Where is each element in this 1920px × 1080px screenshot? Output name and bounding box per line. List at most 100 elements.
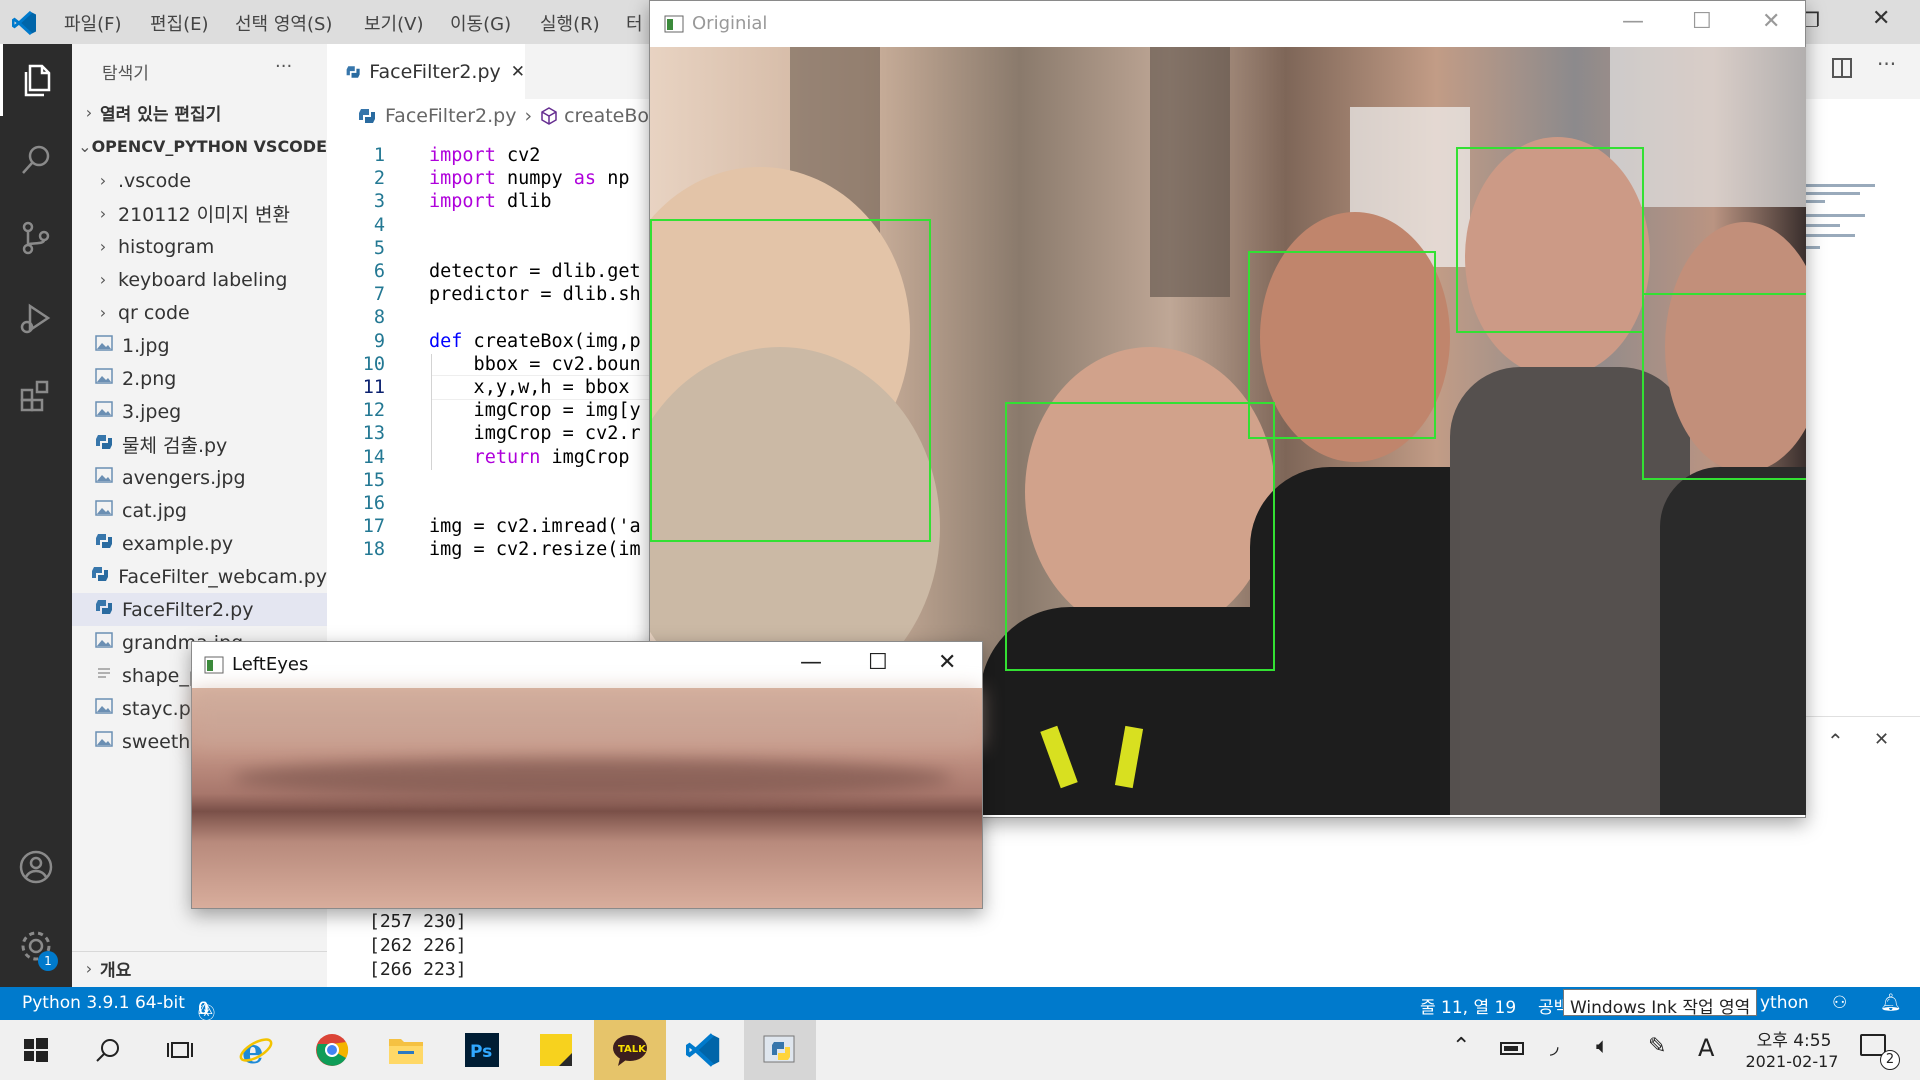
feedback-icon[interactable]: ⚇: [1832, 993, 1847, 1013]
taskbar-chrome[interactable]: [296, 1020, 368, 1080]
editor-more-icon[interactable]: ···: [1877, 52, 1896, 76]
chevron-right-icon: ›: [85, 103, 93, 122]
menu-file[interactable]: 파일(F): [64, 10, 122, 36]
minimap[interactable]: [1805, 134, 1900, 274]
opencv-window-icon: [664, 15, 684, 33]
open-editors-section[interactable]: › 열려 있는 편집기: [72, 96, 327, 129]
menu-run[interactable]: 실행(R): [540, 10, 600, 36]
file-item[interactable]: 3.jpeg: [72, 395, 327, 428]
search-icon[interactable]: [0, 124, 72, 196]
panel-close-icon[interactable]: ✕: [1874, 729, 1889, 750]
tab-label: FaceFilter2.py: [369, 60, 501, 83]
code-line: detector = dlib.get: [429, 261, 641, 282]
outline-section[interactable]: › 개요: [72, 951, 327, 984]
panel-maximize-icon[interactable]: ⌃: [1827, 729, 1844, 753]
folder-item[interactable]: › 210112 이미지 변환: [72, 197, 327, 230]
tab-close-icon[interactable]: ✕: [511, 62, 525, 82]
file-item[interactable]: FaceFilter2.py: [72, 593, 327, 626]
breadcrumb-file[interactable]: FaceFilter2.py: [385, 105, 516, 127]
internet-explorer-icon: e: [239, 1032, 273, 1068]
file-item[interactable]: example.py: [72, 527, 327, 560]
project-section[interactable]: ⌄ OPENCV_PYTHON VSCODE: [72, 130, 327, 163]
sticky-notes-icon: [540, 1034, 572, 1066]
run-debug-icon[interactable]: [0, 282, 72, 354]
close-icon[interactable]: ✕: [938, 650, 956, 675]
network-icon[interactable]: ◞: [1550, 1034, 1559, 1059]
lefteyes-window-title: LeftEyes: [232, 654, 309, 675]
file-label: cat.jpg: [122, 499, 187, 522]
minimize-icon[interactable]: —: [800, 650, 822, 675]
menu-go[interactable]: 이동(G): [450, 10, 511, 36]
close-icon[interactable]: ✕: [1872, 6, 1890, 31]
folder-item[interactable]: › histogram: [72, 230, 327, 263]
file-item[interactable]: avengers.jpg: [72, 461, 327, 494]
file-item[interactable]: 물체 검출.py: [72, 428, 327, 461]
folder-item[interactable]: › keyboard labeling: [72, 263, 327, 296]
file-label: 1.jpg: [122, 334, 170, 357]
volume-icon[interactable]: 🔈︎: [1596, 1034, 1609, 1059]
code-line: img = cv2.imread('a: [429, 516, 641, 537]
settings-gear-icon[interactable]: 1: [0, 910, 72, 982]
windows-ink-icon[interactable]: ✎: [1648, 1034, 1666, 1059]
menu-view[interactable]: 보기(V): [364, 10, 423, 36]
code-token: predictor = dlib.sh: [429, 284, 641, 306]
tab-facefilter2[interactable]: FaceFilter2.py ✕: [327, 44, 525, 99]
file-item[interactable]: 1.jpg: [72, 329, 327, 362]
line-number: 10: [362, 353, 385, 375]
svg-text:TALK: TALK: [618, 1044, 647, 1055]
taskbar-photoshop[interactable]: Ps: [446, 1020, 518, 1080]
maximize-icon[interactable]: ☐: [1692, 9, 1712, 34]
taskbar-vscode[interactable]: [668, 1020, 740, 1080]
code-line: img = cv2.resize(im: [429, 539, 641, 560]
cursor-position[interactable]: 줄 11, 열 19: [1420, 993, 1516, 1018]
terminal-line: [257 230]: [369, 911, 467, 932]
lefteyes-window[interactable]: LeftEyes — ☐ ✕: [191, 641, 983, 909]
source-control-icon[interactable]: [0, 202, 72, 274]
explorer-icon[interactable]: [0, 44, 72, 116]
close-icon[interactable]: ✕: [1762, 9, 1780, 34]
notifications-bell-icon[interactable]: 🔔︎: [1880, 993, 1902, 1013]
clock-time[interactable]: 오후 4:55: [1746, 1026, 1842, 1051]
project-label: OPENCV_PYTHON VSCODE: [91, 137, 327, 156]
taskbar-file-explorer[interactable]: [370, 1020, 442, 1080]
task-view-button[interactable]: [144, 1020, 216, 1080]
breadcrumb-symbol[interactable]: createBox: [564, 105, 660, 127]
tray-chevron-up-icon[interactable]: ⌃: [1452, 1034, 1470, 1059]
file-item[interactable]: 2.png: [72, 362, 327, 395]
folder-item[interactable]: › qr code: [72, 296, 327, 329]
taskbar-python[interactable]: [744, 1020, 816, 1080]
file-label: 2.png: [122, 367, 177, 390]
original-window-titlebar[interactable]: Originial — ☐ ✕: [650, 1, 1805, 47]
face-bounding-box: [1456, 147, 1644, 333]
image-file-icon: [94, 499, 122, 522]
explorer-more-button[interactable]: ···: [275, 56, 292, 77]
windows-ink-tooltip: Windows Ink 작업 영역: [1563, 989, 1758, 1018]
lefteyes-window-titlebar[interactable]: LeftEyes — ☐ ✕: [192, 642, 982, 688]
file-item[interactable]: FaceFilter_webcam.py: [72, 560, 327, 593]
menu-selection[interactable]: 선택 영역(S): [235, 10, 332, 36]
start-button[interactable]: [0, 1020, 72, 1080]
file-item[interactable]: cat.jpg: [72, 494, 327, 527]
account-icon[interactable]: [0, 831, 72, 903]
taskbar-kakaotalk[interactable]: TALK: [594, 1020, 666, 1080]
menu-terminal[interactable]: 터: [626, 10, 643, 36]
taskbar-ie[interactable]: e: [220, 1020, 292, 1080]
search-button[interactable]: [72, 1020, 144, 1080]
split-editor-icon[interactable]: [1832, 58, 1852, 78]
code-line: import dlib: [429, 191, 552, 212]
battery-icon[interactable]: [1500, 1042, 1524, 1055]
image-file-icon: [94, 400, 122, 423]
extensions-icon[interactable]: [0, 360, 72, 432]
code-token: as: [573, 168, 597, 190]
minimize-icon[interactable]: —: [1622, 9, 1644, 34]
maximize-icon[interactable]: ☐: [868, 650, 888, 675]
ime-indicator[interactable]: A: [1698, 1034, 1714, 1062]
taskbar-sticky-notes[interactable]: [520, 1020, 592, 1080]
python-interpreter[interactable]: Python 3.9.1 64-bit: [22, 993, 185, 1013]
folder-item[interactable]: › .vscode: [72, 164, 327, 197]
language-mode[interactable]: ython: [1760, 993, 1809, 1013]
clock-date[interactable]: 2021-02-17: [1742, 1052, 1842, 1071]
menu-edit[interactable]: 편집(E): [150, 10, 209, 36]
python-file-icon: [94, 433, 122, 456]
explorer-title: 탐색기: [102, 64, 149, 84]
